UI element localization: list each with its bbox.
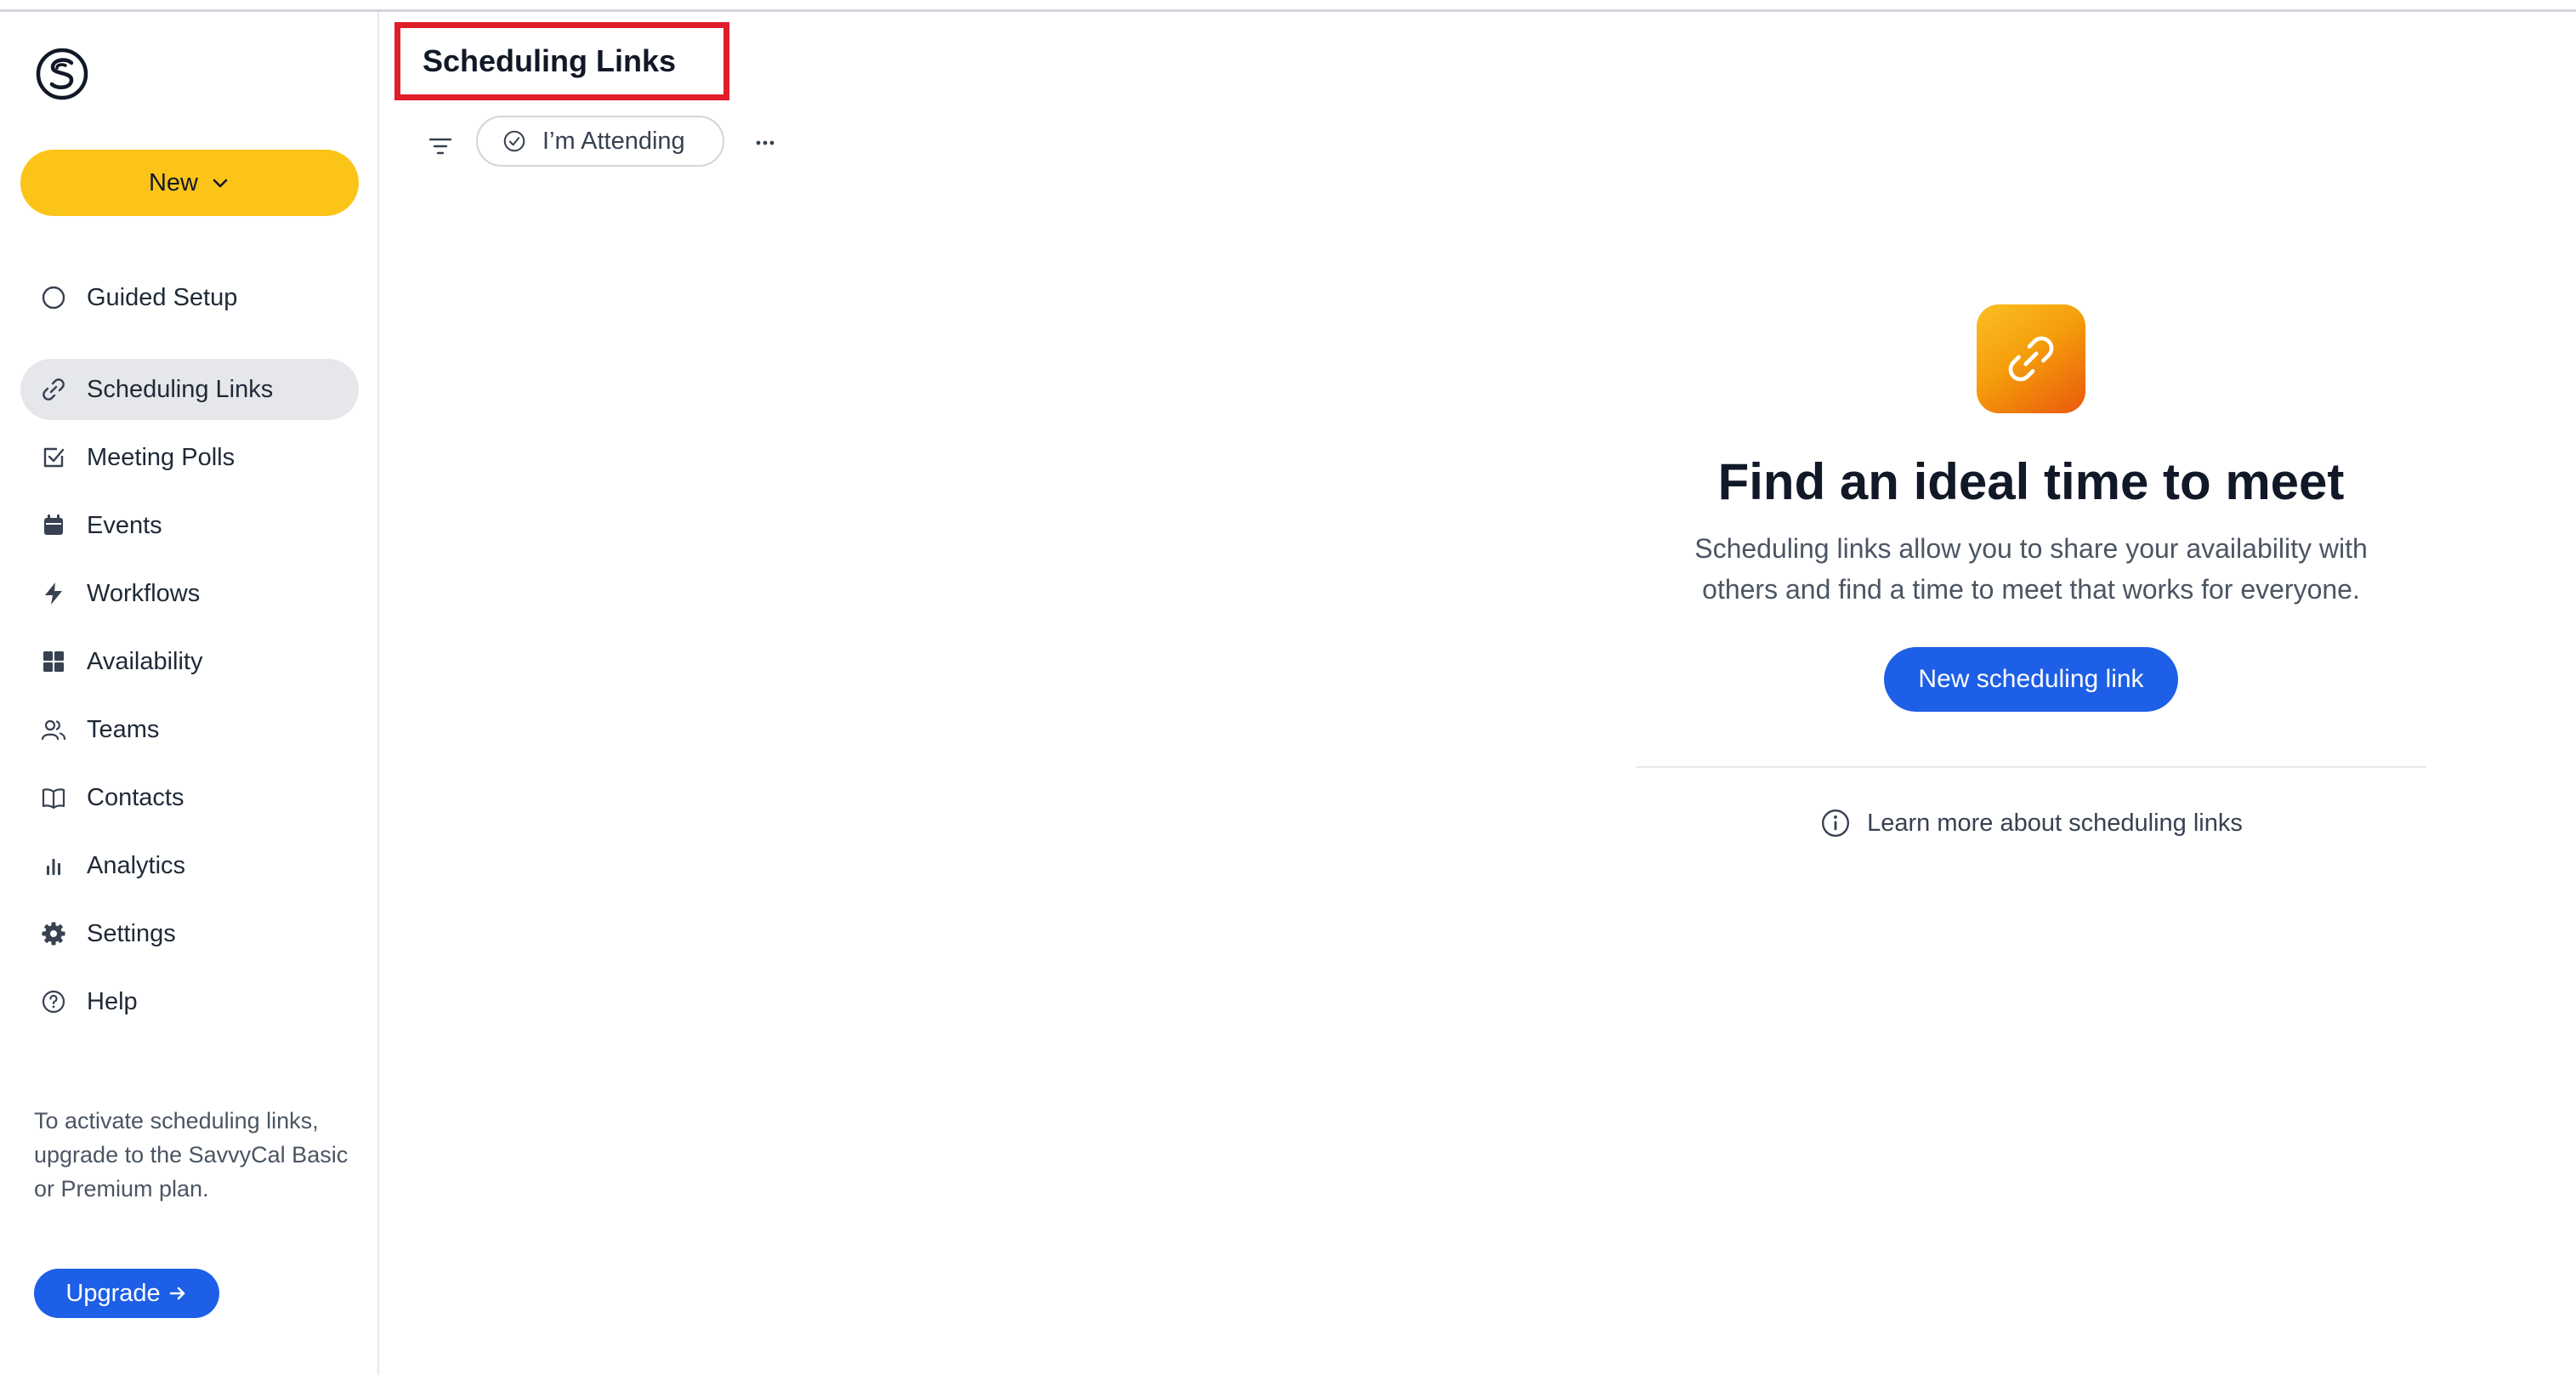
sidebar-item-analytics[interactable]: Analytics (20, 835, 359, 896)
gear-icon (39, 919, 68, 948)
check-circle-icon (503, 130, 525, 152)
calendar-icon (39, 511, 68, 540)
checkbox-icon (39, 443, 68, 472)
sidebar-item-availability[interactable]: Availability (20, 631, 359, 692)
upgrade-button-label: Upgrade (65, 1279, 161, 1307)
page-title-highlight: Scheduling Links (394, 22, 729, 100)
link-app-icon (1977, 304, 2085, 413)
info-icon (1822, 809, 1850, 838)
learn-more-label: Learn more about scheduling links (1867, 809, 2243, 837)
new-button-label: New (148, 168, 198, 196)
main-content: Scheduling Links I’m Attending Find an i… (379, 12, 2576, 1375)
sidebar-item-label: Analytics (87, 851, 186, 879)
sidebar-item-events[interactable]: Events (20, 495, 359, 556)
im-attending-filter-chip[interactable]: I’m Attending (476, 116, 724, 167)
more-options-icon[interactable] (748, 126, 782, 160)
sidebar-item-teams[interactable]: Teams (20, 699, 359, 760)
savvycal-logo-icon[interactable] (34, 46, 90, 102)
filter-icon[interactable] (423, 129, 457, 163)
sidebar: New Guided Setup Scheduling Links Meetin… (0, 12, 379, 1375)
arrow-right-icon (169, 1287, 184, 1300)
sidebar-item-label: Settings (87, 919, 176, 947)
users-icon (39, 715, 68, 744)
grid-icon (39, 647, 68, 676)
page-title: Scheduling Links (423, 43, 677, 78)
sidebar-item-workflows[interactable]: Workflows (20, 563, 359, 624)
sidebar-item-label: Availability (87, 647, 203, 675)
new-button[interactable]: New (20, 150, 359, 216)
sidebar-item-label: Guided Setup (87, 283, 238, 311)
sidebar-item-label: Help (87, 987, 138, 1015)
upgrade-notice: To activate scheduling links, upgrade to… (34, 1108, 349, 1202)
sidebar-item-label: Events (87, 511, 162, 539)
sidebar-item-label: Contacts (87, 783, 184, 811)
empty-state: Find an ideal time to meet Scheduling li… (1427, 304, 2576, 839)
empty-state-title: Find an ideal time to meet (1717, 453, 2345, 510)
book-icon (39, 783, 68, 812)
empty-state-description: Scheduling links allow you to share your… (1694, 533, 2368, 605)
sidebar-item-contacts[interactable]: Contacts (20, 767, 359, 828)
sidebar-item-label: Workflows (87, 579, 201, 607)
sidebar-item-label: Teams (87, 715, 160, 743)
upgrade-button[interactable]: Upgrade (34, 1269, 219, 1318)
chevron-down-icon (213, 179, 228, 188)
sidebar-item-scheduling-links[interactable]: Scheduling Links (20, 359, 359, 420)
question-icon (39, 987, 68, 1016)
divider (1636, 766, 2426, 768)
sidebar-item-label: Meeting Polls (87, 443, 235, 471)
sidebar-item-meeting-polls[interactable]: Meeting Polls (20, 427, 359, 488)
sidebar-item-label: Scheduling Links (87, 375, 274, 403)
link-icon (39, 375, 68, 404)
circle-icon (39, 283, 68, 312)
new-scheduling-link-button[interactable]: New scheduling link (1884, 647, 2178, 712)
window-top-border (0, 0, 2576, 12)
im-attending-label: I’m Attending (542, 127, 685, 155)
learn-more-link[interactable]: Learn more about scheduling links (1819, 807, 2243, 839)
sidebar-item-guided-setup[interactable]: Guided Setup (20, 267, 359, 328)
sidebar-item-settings[interactable]: Settings (20, 903, 359, 964)
bar-chart-icon (39, 851, 68, 880)
sidebar-item-help[interactable]: Help (20, 971, 359, 1032)
lightning-icon (39, 579, 68, 608)
